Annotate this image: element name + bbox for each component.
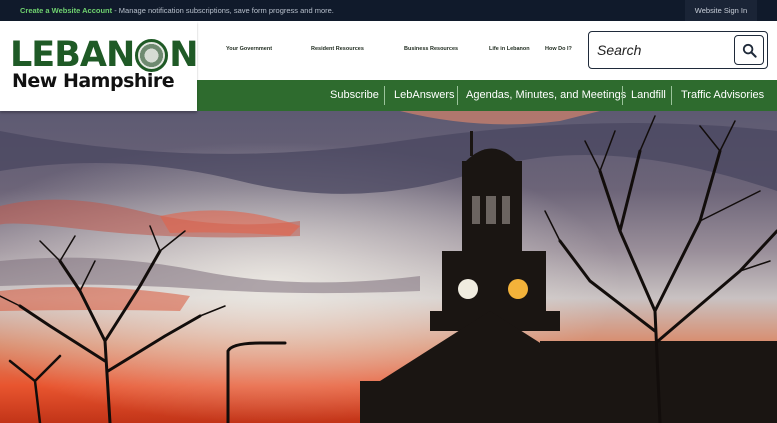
quicklink-lebanswers[interactable]: LebAnswers [394,80,455,111]
logo-word-right: N [169,35,198,75]
search-button[interactable] [734,35,764,65]
site-logo[interactable]: LEBAN N New Hampshire [0,21,199,111]
quicklink-agendas[interactable]: Agendas, Minutes, and Meetings [466,80,626,111]
account-promo-text: - Manage notification subscriptions, sav… [112,6,334,15]
nav-life-in-lebanon[interactable]: Life in Lebanon [489,46,530,52]
logo-word-left: LEBAN [10,35,135,75]
sign-in-button[interactable]: Website Sign In [685,0,757,21]
quicklink-traffic-advisories[interactable]: Traffic Advisories [681,80,764,111]
hero-image [0,111,777,423]
search-box [588,31,768,69]
quicklink-landfill[interactable]: Landfill [631,80,666,111]
nav-how-do-i[interactable]: How Do I? [545,46,572,52]
quicklink-divider [671,86,672,105]
logo-wordmark: LEBAN N [10,35,199,75]
quicklink-divider [457,86,458,105]
logo-subtitle: New Hampshire [12,70,175,92]
search-icon [742,43,757,58]
quicklink-divider [384,86,385,105]
create-account-link[interactable]: Create a Website Account [20,6,112,15]
nav-business-resources[interactable]: Business Resources [404,46,458,52]
utility-bar: Create a Website Account - Manage notifi… [0,0,777,21]
account-promo: Create a Website Account - Manage notifi… [20,6,334,15]
nav-your-government[interactable]: Your Government [226,46,272,52]
quicklink-divider [622,86,623,105]
nav-resident-resources[interactable]: Resident Resources [311,46,364,52]
search-input[interactable] [597,41,727,59]
quicklink-subscribe[interactable]: Subscribe [330,80,379,111]
page: Create a Website Account - Manage notifi… [0,0,777,423]
city-seal-icon [135,38,169,72]
